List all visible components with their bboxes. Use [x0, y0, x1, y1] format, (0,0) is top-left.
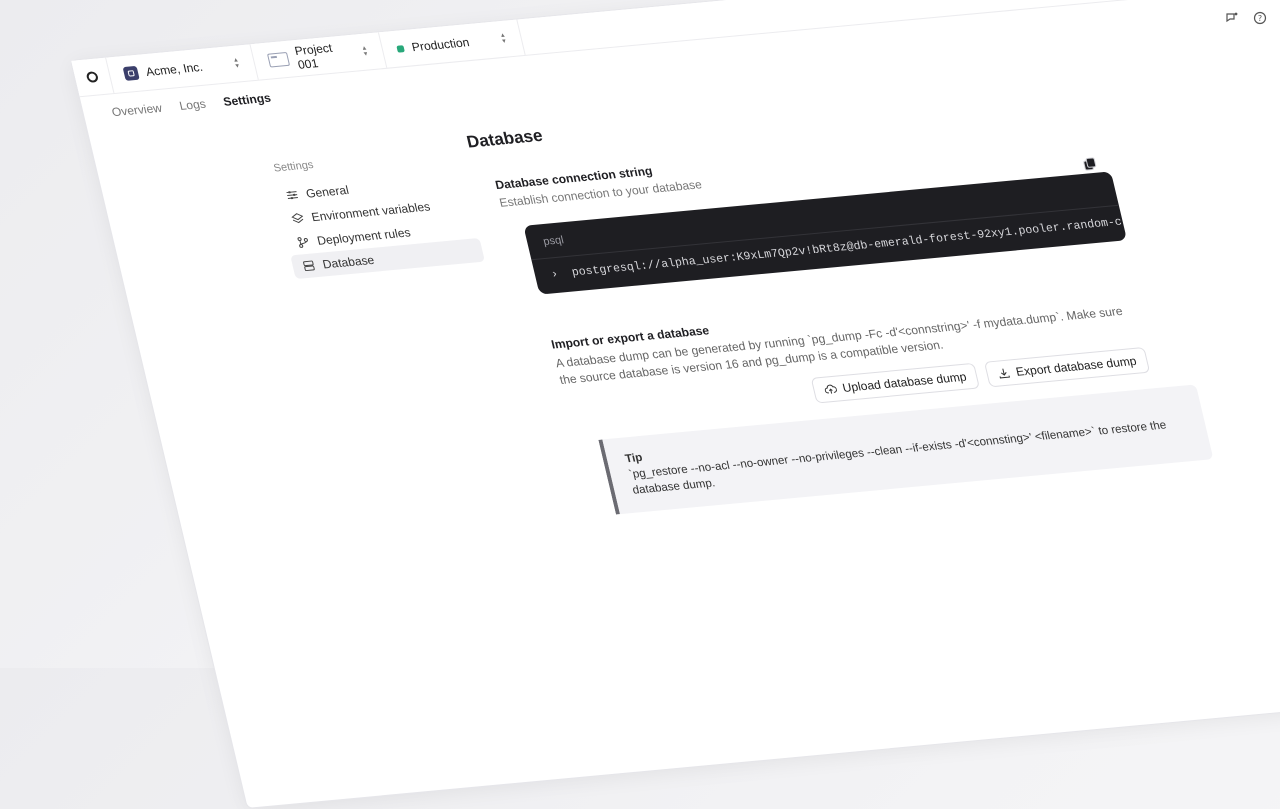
chevron-updown-icon: ▲ ▼	[499, 32, 508, 46]
org-name: Acme, Inc.	[144, 59, 205, 79]
database-icon	[303, 260, 315, 272]
upload-cloud-icon	[824, 384, 838, 394]
sidebar-item-label: General	[304, 182, 351, 201]
copy-icon	[1083, 157, 1097, 171]
tab-overview[interactable]: Overview	[110, 101, 163, 119]
feedback-icon[interactable]	[1224, 10, 1240, 26]
app-window: Acme, Inc. ▲ ▼ Project 001 ▲ ▼ Production …	[70, 0, 1280, 809]
svg-text:?: ?	[1258, 14, 1262, 23]
branch-icon	[297, 237, 308, 248]
corner-toolbar: ?	[1224, 10, 1268, 26]
upload-label: Upload database dump	[841, 369, 968, 395]
project-icon	[266, 51, 291, 68]
help-icon[interactable]: ?	[1252, 10, 1268, 26]
sliders-icon	[286, 191, 299, 200]
project-switcher[interactable]: Project 001 ▲ ▼	[250, 32, 388, 80]
database-settings: Database Database connection string Esta…	[465, 74, 1214, 520]
download-icon	[999, 368, 1011, 379]
chevron-updown-icon: ▲ ▼	[232, 57, 242, 70]
export-label: Export database dump	[1014, 353, 1138, 379]
status-dot-icon	[396, 44, 405, 53]
org-logo-icon	[122, 65, 140, 81]
sidebar-item-label: Deployment rules	[315, 225, 412, 248]
tab-logs[interactable]: Logs	[178, 97, 207, 113]
environment-switcher[interactable]: Production ▲ ▼	[378, 19, 526, 68]
upload-dump-button[interactable]: Upload database dump	[810, 362, 981, 404]
sidebar-item-label: Database	[321, 252, 376, 272]
export-dump-button[interactable]: Export database dump	[984, 347, 1151, 388]
tab-settings[interactable]: Settings	[222, 91, 272, 109]
chevron-updown-icon: ▲ ▼	[360, 45, 370, 58]
prompt-icon: ›	[549, 267, 560, 282]
environment-name: Production	[410, 35, 471, 55]
project-name: Project 001	[293, 40, 334, 72]
nav-tabs: Overview Logs Settings	[110, 91, 272, 119]
settings-sidebar: Settings General Environment variables D…	[268, 146, 485, 280]
layers-icon	[291, 213, 304, 224]
copy-button[interactable]	[1081, 157, 1099, 177]
